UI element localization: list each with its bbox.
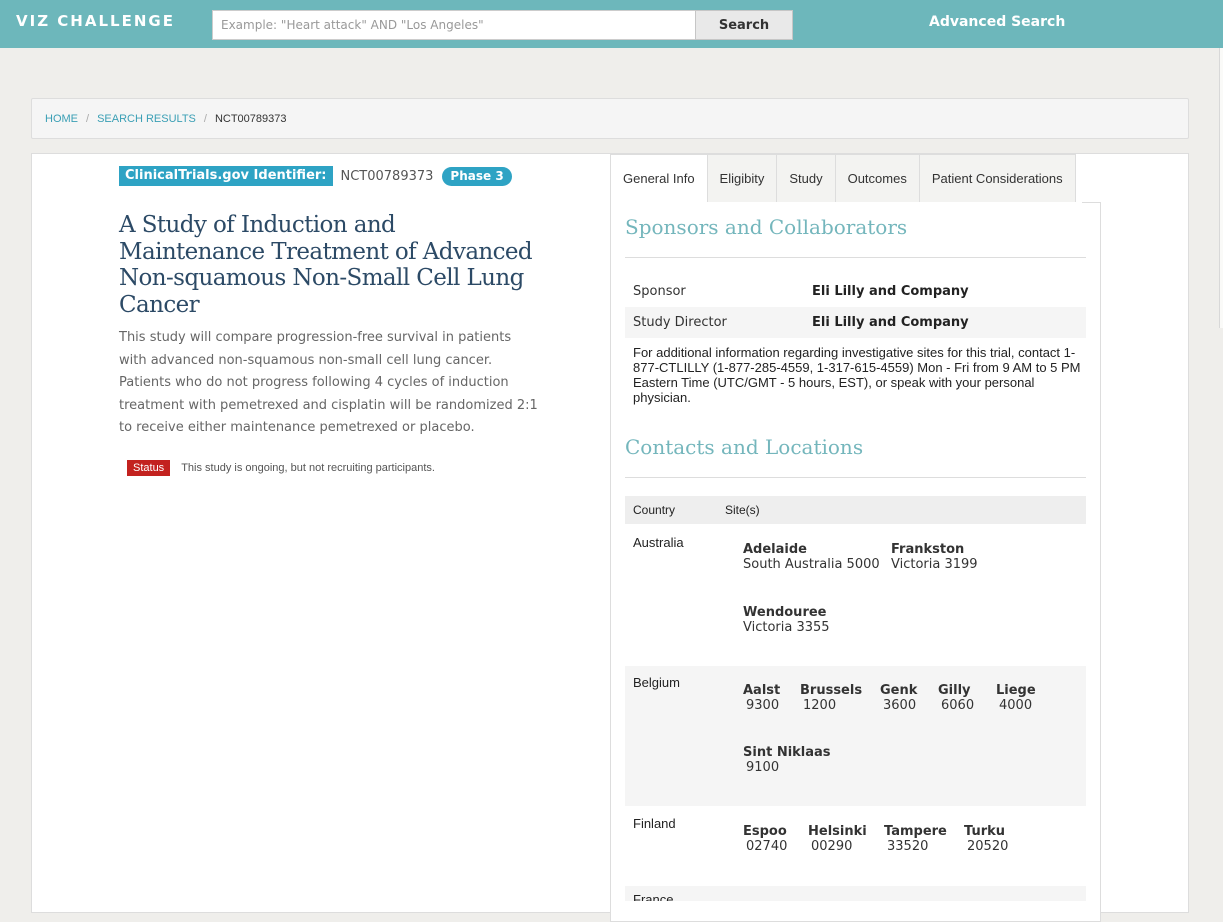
site-entry: Aalst 9300 <box>743 683 780 714</box>
site-entry: Tampere 33520 <box>884 824 947 855</box>
identifier-row: ClinicalTrials.gov Identifier: NCT007893… <box>119 166 512 186</box>
country-name: Finland <box>633 816 676 831</box>
status-text: This study is ongoing, but not recruitin… <box>181 462 435 474</box>
site-region: 9300 <box>746 698 780 713</box>
site-city: Helsinki <box>808 824 867 839</box>
site-city: Turku <box>964 824 1006 839</box>
study-title: A Study of Induction and Maintenance Tre… <box>119 212 533 318</box>
site-region: Victoria 3199 <box>891 557 978 572</box>
site-region: 1200 <box>803 698 837 713</box>
contact-note: For additional information regarding inv… <box>633 345 1081 405</box>
sites-column-header: Site(s) <box>725 503 760 517</box>
site-city: Tampere <box>884 824 947 839</box>
search-input[interactable] <box>212 10 696 40</box>
divider <box>625 477 1086 478</box>
site-city: Brussels <box>800 683 863 698</box>
divider <box>625 257 1086 258</box>
site-region: South Australia 5000 <box>743 557 880 572</box>
summary-paragraph: This study will compare progression-free… <box>119 330 512 368</box>
site-entry: Espoo 02740 <box>743 824 787 855</box>
site-entry: Genk 3600 <box>880 683 917 714</box>
tab-eligibility[interactable]: Eligibity <box>707 154 778 203</box>
site-entry: Helsinki 00290 <box>808 824 867 855</box>
tab-general-info[interactable]: General Info <box>610 154 708 203</box>
advanced-search-link[interactable]: Advanced Search <box>929 14 1065 30</box>
country-column-header: Country <box>633 503 676 517</box>
top-navbar: VIZ CHALLENGE Search Advanced Search <box>0 0 1223 48</box>
locations-heading: Contacts and Locations <box>625 435 864 459</box>
identifier-label: ClinicalTrials.gov Identifier: <box>119 166 333 186</box>
site-region: 3600 <box>883 698 917 713</box>
site-region: 20520 <box>967 839 1009 854</box>
page-edge-rule <box>1219 48 1223 328</box>
site-city: Sint Niklaas <box>743 745 831 760</box>
summary-paragraph: Patients who do not progress following 4… <box>119 375 538 435</box>
site-city: Adelaide <box>743 542 807 557</box>
search-button[interactable]: Search <box>695 10 793 40</box>
site-region: 4000 <box>999 698 1033 713</box>
breadcrumb-home[interactable]: HOME <box>45 113 78 125</box>
sponsor-label: Sponsor <box>633 284 686 299</box>
breadcrumb-separator: / <box>203 112 207 125</box>
site-entry: Brussels 1200 <box>800 683 862 714</box>
breadcrumb-search-results[interactable]: SEARCH RESULTS <box>97 113 196 125</box>
location-row-finland: Finland Espoo 02740 Helsinki 00290 Tampe… <box>625 806 1086 886</box>
site-entry: Gilly 6060 <box>938 683 974 714</box>
site-entry: Sint Niklaas 9100 <box>743 745 831 776</box>
sponsor-row: Sponsor Eli Lilly and Company <box>625 276 1086 307</box>
study-director-value: Eli Lilly and Company <box>812 315 969 330</box>
site-region: 9100 <box>746 760 780 775</box>
location-row-belgium: Belgium Aalst 9300 Brussels 1200 Genk 36… <box>625 666 1086 806</box>
sponsor-value: Eli Lilly and Company <box>812 284 969 299</box>
site-entry: Frankston Victoria 3199 <box>891 542 978 573</box>
site-city: Wendouree <box>743 605 827 620</box>
country-name: Belgium <box>633 675 680 690</box>
study-director-row: Study Director Eli Lilly and Company <box>625 307 1086 338</box>
location-row-france: France <box>625 886 1086 901</box>
site-region: 33520 <box>887 839 929 854</box>
site-region: 02740 <box>746 839 788 854</box>
site-entry: Wendouree Victoria 3355 <box>743 605 830 636</box>
status-badge: Status <box>127 460 171 476</box>
status-row: Status This study is ongoing, but not re… <box>127 460 435 476</box>
site-region: Victoria 3355 <box>743 620 830 635</box>
site-city: Gilly <box>938 683 971 698</box>
tab-outcomes[interactable]: Outcomes <box>835 154 920 203</box>
site-region: 6060 <box>941 698 975 713</box>
locations-table-header: Country Site(s) <box>625 496 1086 524</box>
site-city: Aalst <box>743 683 781 698</box>
location-row-australia: Australia Adelaide South Australia 5000 … <box>625 524 1086 666</box>
tab-patient-considerations[interactable]: Patient Considerations <box>919 154 1076 203</box>
breadcrumb: HOME / SEARCH RESULTS / NCT00789373 <box>31 98 1189 139</box>
study-director-label: Study Director <box>633 315 727 330</box>
study-summary: This study will compare progression-free… <box>119 327 539 440</box>
site-city: Espoo <box>743 824 787 839</box>
site-region: 00290 <box>811 839 853 854</box>
tab-content-border <box>1082 202 1101 203</box>
tab-study[interactable]: Study <box>777 154 836 203</box>
country-name: Australia <box>633 535 684 550</box>
sponsors-heading: Sponsors and Collaborators <box>625 215 908 239</box>
site-entry: Adelaide South Australia 5000 <box>743 542 880 573</box>
site-city: Liege <box>996 683 1036 698</box>
site-city: Genk <box>880 683 918 698</box>
identifier-value: NCT00789373 <box>340 168 434 184</box>
tab-bar: General Info Eligibity Study Outcomes Pa… <box>610 154 1076 203</box>
phase-badge: Phase 3 <box>442 166 512 186</box>
site-entry: Liege 4000 <box>996 683 1036 714</box>
site-entry: Turku 20520 <box>964 824 1008 855</box>
breadcrumb-separator: / <box>86 112 90 125</box>
site-logo[interactable]: VIZ CHALLENGE <box>16 12 175 30</box>
site-city: Frankston <box>891 542 965 557</box>
breadcrumb-current: NCT00789373 <box>214 112 287 125</box>
country-name: France <box>633 892 674 901</box>
